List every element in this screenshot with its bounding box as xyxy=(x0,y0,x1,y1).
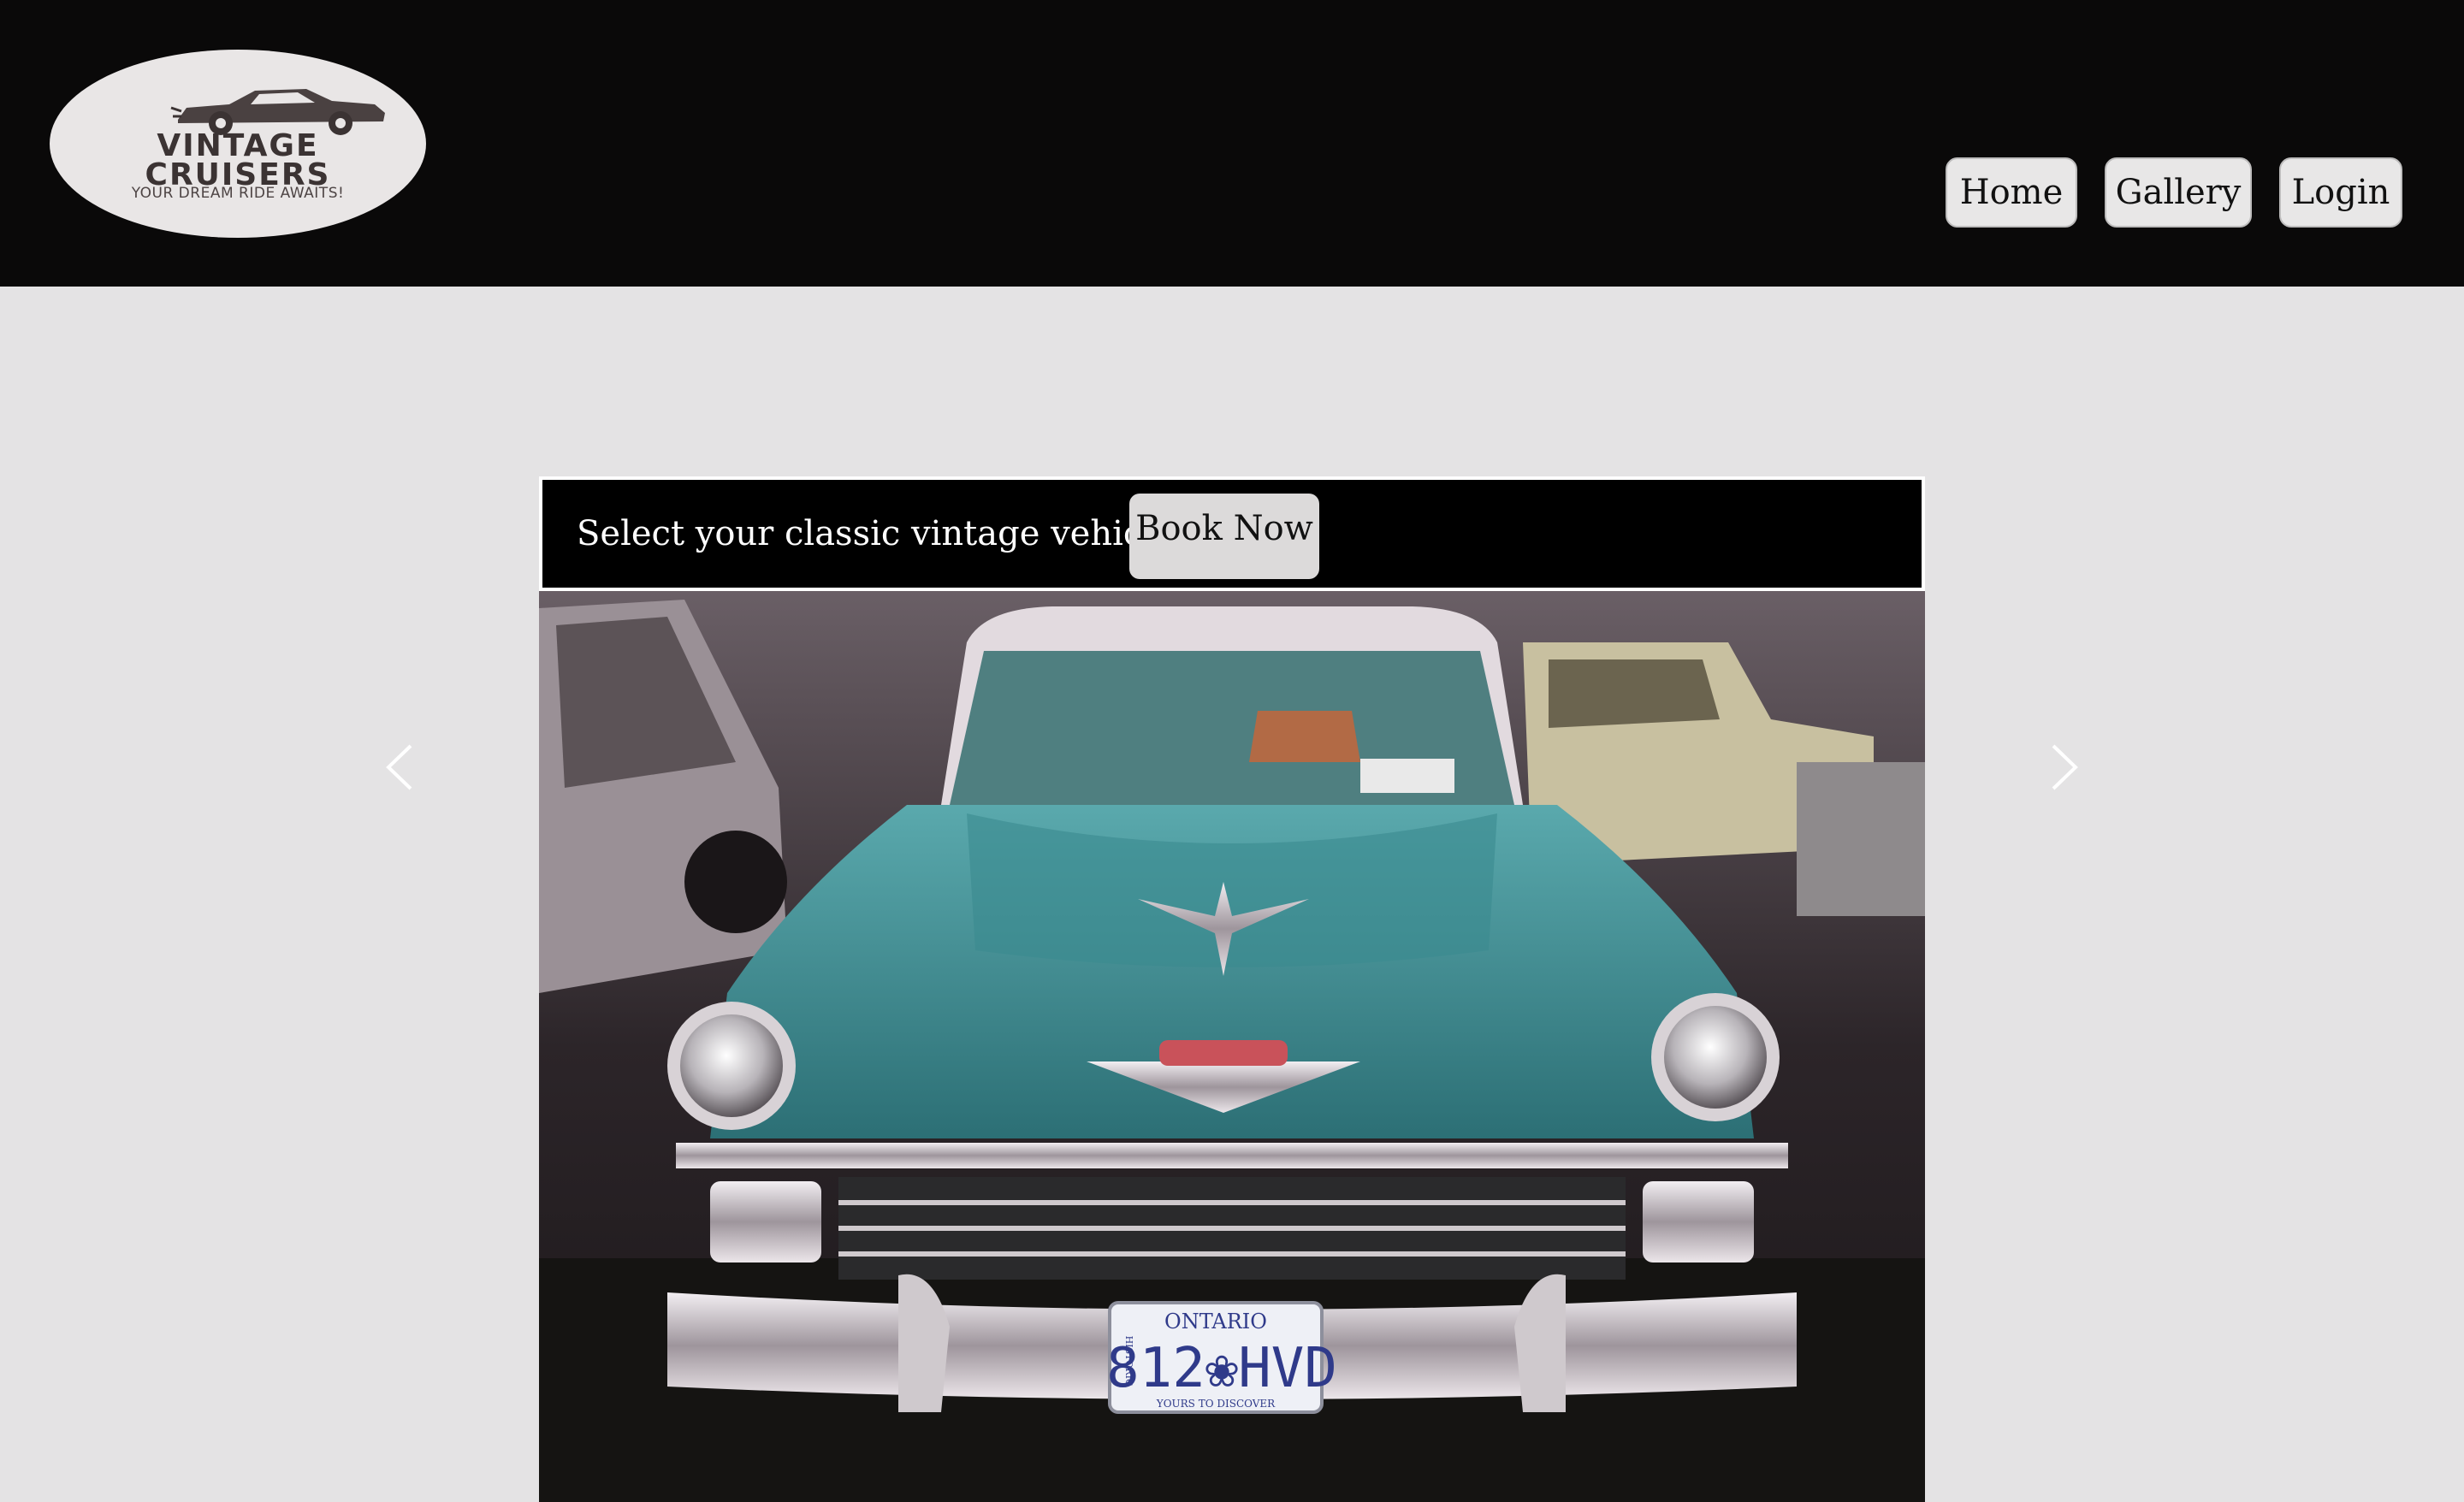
plate-side-label: HISTORIC xyxy=(1123,1336,1134,1387)
chevron-right-icon[interactable] xyxy=(2036,729,2088,806)
classic-car-photo: ONTARIO 812❀HVD YOURS TO DISCOVER HISTOR… xyxy=(539,591,1925,1502)
nav-home-button[interactable]: Home xyxy=(1946,157,2077,228)
main-content: Select your classic vintage vehicle Book… xyxy=(0,287,2464,1502)
carousel-slide-image: ONTARIO 812❀HVD YOURS TO DISCOVER HISTOR… xyxy=(539,591,1925,1502)
plate-region: ONTARIO xyxy=(1164,1310,1267,1333)
carousel-caption: Select your classic vintage vehicle xyxy=(577,514,1174,553)
book-now-button[interactable]: Book Now xyxy=(1129,494,1319,579)
nav-login-button[interactable]: Login xyxy=(2279,157,2402,228)
carousel-caption-bar: Select your classic vintage vehicle Book… xyxy=(539,476,1925,591)
chevron-left-icon[interactable] xyxy=(376,729,428,806)
plate-slogan: YOURS TO DISCOVER xyxy=(1156,1398,1276,1410)
site-logo[interactable]: VINTAGE CRUISERS YOUR DREAM RIDE AWAITS! xyxy=(50,50,426,238)
logo-tagline: YOUR DREAM RIDE AWAITS! xyxy=(131,185,345,202)
main-nav: Home Gallery Login xyxy=(1946,157,2402,228)
site-header: VINTAGE CRUISERS YOUR DREAM RIDE AWAITS!… xyxy=(0,0,2464,287)
plate-number: 812❀HVD xyxy=(1106,1337,1337,1400)
nav-gallery-button[interactable]: Gallery xyxy=(2105,157,2252,228)
